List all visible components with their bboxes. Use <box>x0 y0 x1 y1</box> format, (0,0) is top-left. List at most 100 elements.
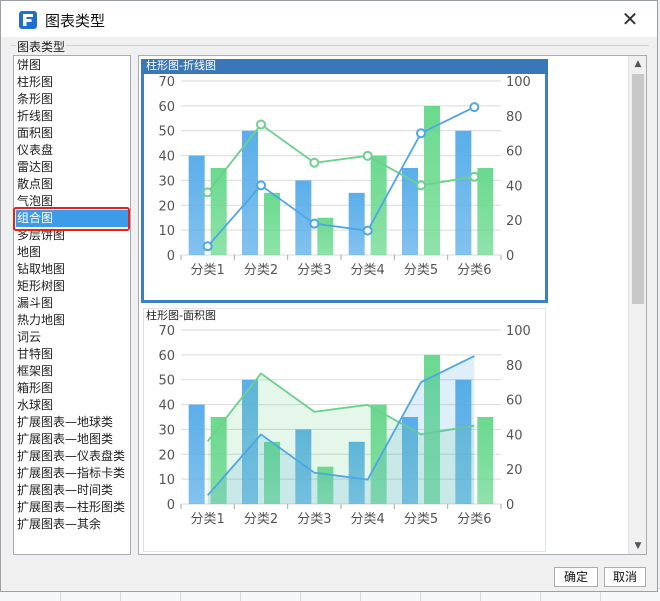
x-tick-label: 分类2 <box>244 263 278 278</box>
y-right-tick-label: 20 <box>506 463 523 478</box>
scroll-thumb[interactable] <box>632 74 644 304</box>
chart-type-item[interactable]: 地图 <box>16 244 130 261</box>
bar <box>317 217 334 255</box>
y-left-tick-label: 50 <box>158 374 175 389</box>
y-left-tick-label: 60 <box>158 349 175 364</box>
chart-type-item[interactable]: 热力地图 <box>16 312 130 329</box>
scroll-down-icon[interactable]: ▼ <box>629 538 646 554</box>
y-right-tick-label: 100 <box>506 324 531 339</box>
chart-type-item[interactable]: 扩展图表—时间类 <box>16 482 130 499</box>
y-right-tick-label: 40 <box>506 428 523 443</box>
y-left-tick-label: 70 <box>158 75 175 90</box>
line-point <box>416 180 426 191</box>
y-left-tick-label: 30 <box>158 174 175 189</box>
y-left-tick-label: 0 <box>167 498 175 513</box>
bar <box>295 180 312 255</box>
close-icon: ✕ <box>621 7 639 31</box>
chart-type-item[interactable]: 扩展图表—地图类 <box>16 431 130 448</box>
y-left-tick-label: 40 <box>158 150 175 165</box>
line-point <box>362 150 373 161</box>
close-button[interactable]: ✕ <box>617 7 643 31</box>
bar <box>477 417 494 504</box>
line-point <box>469 102 480 113</box>
x-tick-label: 分类4 <box>351 263 385 278</box>
chart-type-item[interactable]: 面积图 <box>16 125 130 142</box>
chart-type-item[interactable]: 词云 <box>16 329 130 346</box>
y-right-tick-label: 100 <box>506 75 531 90</box>
y-left-tick-label: 20 <box>158 448 175 463</box>
chart-type-item[interactable]: 甘特图 <box>16 346 130 363</box>
line-point <box>202 187 213 198</box>
chart-type-item[interactable]: 矩形树图 <box>16 278 130 295</box>
y-right-tick-label: 60 <box>506 145 523 160</box>
app-logo-icon <box>19 11 37 29</box>
x-tick-label: 分类3 <box>297 263 331 278</box>
line-point <box>309 218 320 229</box>
x-tick-label: 分类5 <box>404 263 438 278</box>
y-right-tick-label: 80 <box>506 110 523 125</box>
x-tick-label: 分类1 <box>191 263 225 278</box>
y-right-tick-label: 80 <box>506 359 523 374</box>
chart-type-item[interactable]: 扩展图表—地球类 <box>16 414 130 431</box>
y-left-tick-label: 70 <box>158 324 175 339</box>
y-right-tick-label: 20 <box>506 214 523 229</box>
y-left-tick-label: 20 <box>158 199 175 214</box>
chart-type-item[interactable]: 钻取地图 <box>16 261 130 278</box>
chart-type-item[interactable]: 扩展图表—柱形图类 <box>16 499 130 516</box>
y-right-tick-label: 40 <box>506 179 523 194</box>
chart-type-item[interactable]: 雷达图 <box>16 159 130 176</box>
x-tick-label: 分类2 <box>244 512 278 527</box>
preview-scrollbar[interactable]: ▲ ▼ <box>628 56 646 554</box>
y-right-tick-label: 60 <box>506 394 523 409</box>
y-right-tick-label: 0 <box>506 249 514 264</box>
chart-type-item[interactable]: 柱形图 <box>16 74 130 91</box>
chart-type-item[interactable]: 饼图 <box>16 57 130 74</box>
chart-type-item[interactable]: 折线图 <box>16 108 130 125</box>
bar-line-chart: 0 10 20 30 40 50 60 70 0 20 40 60 80 100 分类1 分类2 分类3 分类4 分… <box>158 75 531 278</box>
bar <box>188 404 205 504</box>
line-point <box>202 241 213 252</box>
chart-type-list[interactable]: 饼图 柱形图 条形图 折线图 面积图 仪表盘 雷达图 散点图 气泡图 组合图 多层饼图 地图 钻取地图矩… <box>13 55 131 555</box>
chart-type-item[interactable]: 扩展图表—指标卡类 <box>16 465 130 482</box>
ok-button[interactable]: 确定 <box>554 567 598 587</box>
bar <box>477 168 494 255</box>
preview-card-bar-line[interactable]: 柱形图-折线图 0 10 20 30 40 50 60 70 0 20 40 60 80 100 分类1 分类… <box>141 59 548 303</box>
bar <box>188 155 205 255</box>
y-left-tick-label: 0 <box>167 249 175 264</box>
chart-type-item[interactable]: 框架图 <box>16 363 130 380</box>
chart-type-item[interactable]: 扩展图表—其余 <box>16 516 130 533</box>
cancel-button[interactable]: 取消 <box>604 567 646 587</box>
chart-type-item[interactable]: 条形图 <box>16 91 130 108</box>
chart-type-item[interactable]: 漏斗图 <box>16 295 130 312</box>
y-right-tick-label: 0 <box>506 498 514 513</box>
chart-type-item[interactable]: 扩展图表—仪表盘类 <box>16 448 130 465</box>
group-label: 图表类型 <box>16 38 67 55</box>
y-left-tick-label: 10 <box>158 224 175 239</box>
y-left-tick-label: 30 <box>158 423 175 438</box>
bar <box>370 155 387 255</box>
preview-card-bar-area[interactable]: 柱形图-面积图 0 10 20 30 40 50 60 70 0 20 40 60 80 100 分类1 分类… <box>143 308 546 552</box>
chart-type-item[interactable]: 仪表盘 <box>16 142 130 159</box>
y-left-tick-label: 50 <box>158 125 175 140</box>
chart-type-item[interactable]: 箱形图 <box>16 380 130 397</box>
x-tick-label: 分类3 <box>297 512 331 527</box>
dialog-title: 图表类型 <box>45 12 106 30</box>
line-point <box>469 171 480 182</box>
scroll-up-icon[interactable]: ▲ <box>629 56 646 72</box>
selection-highlight-ring <box>13 207 130 231</box>
line-point <box>256 180 266 191</box>
preview-pane: 柱形图-折线图 0 10 20 30 40 50 60 70 0 20 40 60 80 100 分类1 分类… <box>138 55 647 555</box>
x-tick-label: 分类6 <box>457 263 491 278</box>
y-left-tick-label: 60 <box>158 100 175 115</box>
chart-type-item[interactable]: 水球图 <box>16 397 130 414</box>
chart-type-item[interactable]: 散点图 <box>16 176 130 193</box>
x-tick-label: 分类6 <box>457 512 491 527</box>
x-tick-label: 分类1 <box>191 512 225 527</box>
line-point <box>309 157 320 168</box>
group-divider <box>11 45 649 46</box>
y-left-tick-label: 10 <box>158 473 175 488</box>
line-point <box>416 128 426 139</box>
bar <box>264 192 280 255</box>
x-tick-label: 分类4 <box>351 512 385 527</box>
bar <box>348 192 365 255</box>
